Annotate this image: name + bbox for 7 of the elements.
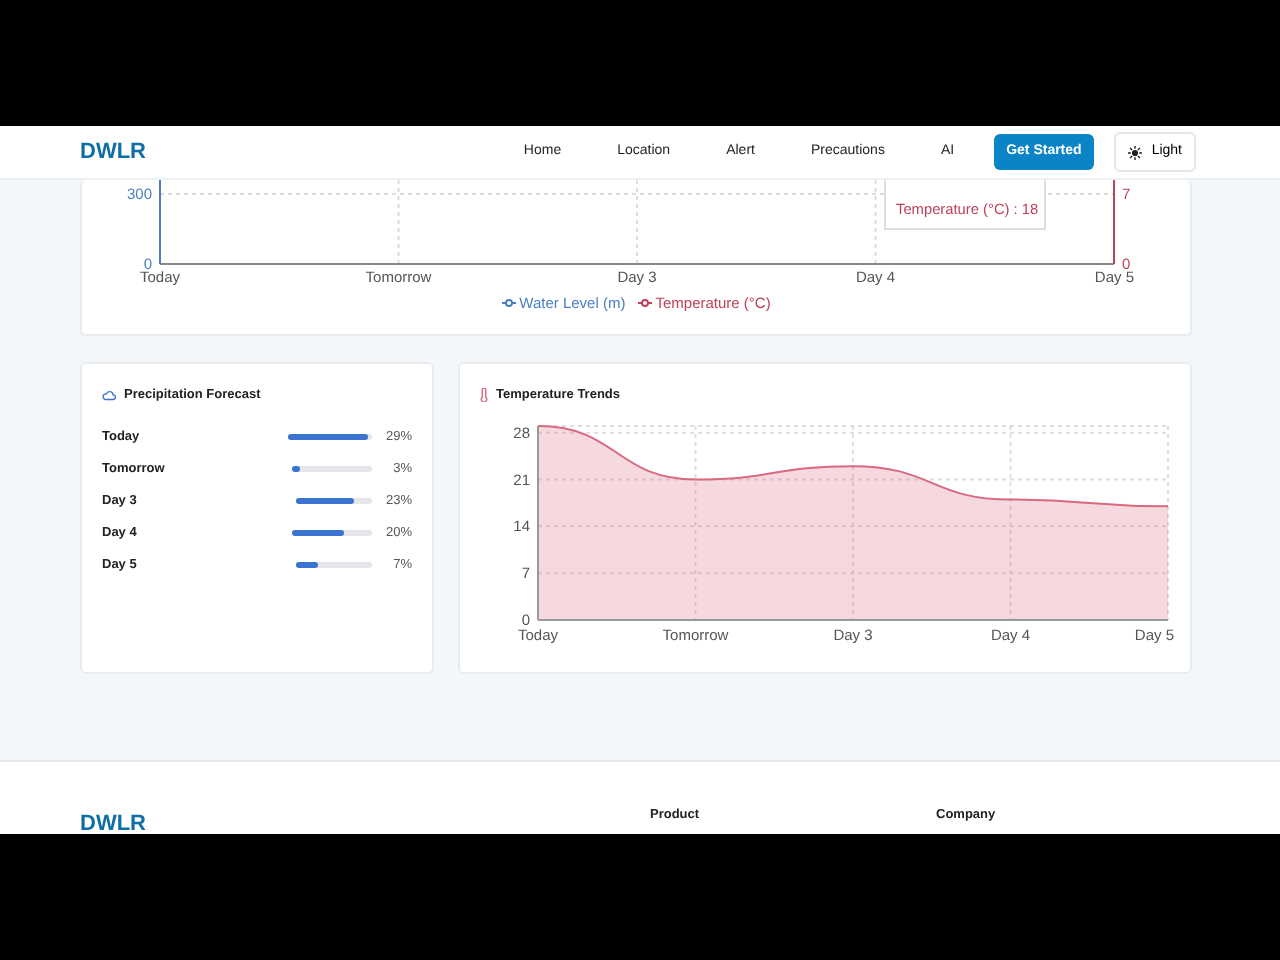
thermometer-icon — [480, 388, 488, 403]
brand-logo[interactable]: DWLR — [80, 135, 146, 169]
sun-icon — [1127, 145, 1142, 159]
cloud-icon — [102, 389, 116, 402]
footer-logo: DWLR — [80, 810, 146, 840]
left-axis — [159, 180, 161, 265]
right-axis — [1113, 180, 1115, 265]
